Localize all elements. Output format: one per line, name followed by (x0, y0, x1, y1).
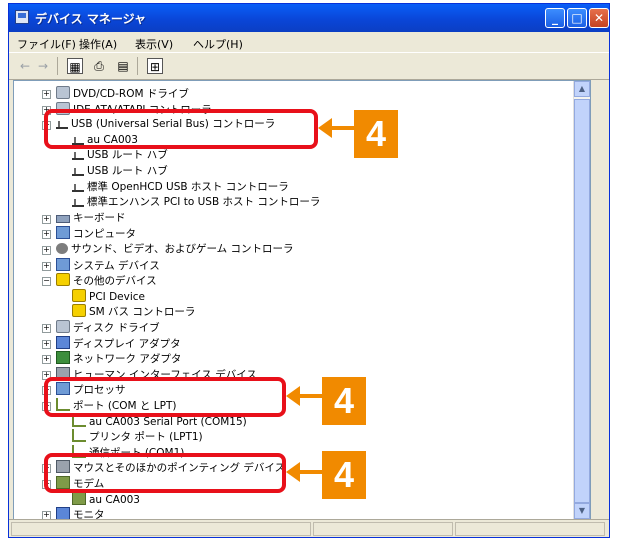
tree-child-item[interactable]: 標準エンハンス PCI to USB ホスト コントローラ (72, 195, 320, 210)
tree-item-label: 標準 OpenHCD USB ホスト コントローラ (87, 180, 289, 193)
usb-icon (72, 168, 84, 176)
tree-item-label: ディスク ドライブ (73, 322, 160, 334)
tree-item-label: コンピュータ (73, 228, 136, 241)
keyboard-icon (56, 214, 70, 223)
expand-icon[interactable]: + (42, 246, 51, 255)
menu-bar: ファイル(F) 操作(A) 表示(V) ヘルプ(H) (9, 32, 609, 52)
tree-category-item[interactable]: + ディスプレイ アダプタ (42, 335, 181, 351)
modem-icon (72, 491, 86, 505)
tree-child-item[interactable]: au CA003 (72, 491, 140, 507)
usb-icon (72, 183, 84, 192)
tree-item-label: au CA003 (89, 493, 140, 506)
computer-icon (56, 257, 70, 271)
warning-icon (56, 273, 70, 287)
warning-icon (72, 304, 86, 318)
tree-category-item[interactable]: + ネットワーク アダプタ (42, 351, 182, 366)
scroll-up-button[interactable]: ▲ (574, 81, 590, 97)
tree-item-label: au CA003 Serial Port (COM15) (89, 415, 247, 428)
usb-icon (72, 199, 84, 208)
tree-category-item[interactable]: + システム デバイス (42, 257, 160, 273)
warning-icon (72, 288, 86, 302)
view-icon[interactable]: ▦ (67, 58, 83, 74)
maximize-button[interactable]: □ (567, 8, 587, 28)
callout-arrow (286, 462, 322, 482)
tree-item-label: プリンタ ポート (LPT1) (89, 431, 203, 444)
toolbar: ← → ▦ ⎙ ▤ ⊞ (9, 52, 609, 80)
tree-item-label: キーボード (73, 211, 126, 224)
tree-item-label: 標準エンハンス PCI to USB ホスト コントローラ (87, 196, 321, 209)
menu-file[interactable]: ファイル(F) (17, 36, 76, 52)
status-cell (11, 522, 311, 536)
vertical-scrollbar[interactable]: ▲ ▼ (573, 81, 590, 519)
window-title: デバイス マネージャ (35, 12, 146, 26)
callout-arrow (318, 118, 354, 138)
port-icon (72, 429, 86, 443)
status-bar (9, 519, 609, 538)
toolbar-separator (57, 57, 58, 75)
tree-category-item[interactable]: + DVD/CD-ROM ドライブ (42, 86, 189, 101)
menu-view[interactable]: 表示(V) (135, 36, 173, 52)
highlight-usb (44, 109, 318, 149)
tree-item-label: その他のデバイス (73, 275, 157, 288)
scan-icon[interactable]: ⊞ (147, 58, 163, 74)
expand-icon[interactable]: + (42, 230, 51, 240)
scroll-down-button[interactable]: ▼ (574, 503, 590, 519)
callout-badge: 4 (354, 110, 398, 158)
title-bar[interactable]: デバイス マネージャ _ □ ✕ (9, 4, 609, 32)
callout-badge: 4 (322, 377, 366, 425)
status-cell (455, 522, 605, 536)
usb-icon (72, 152, 84, 161)
network-icon (56, 351, 70, 365)
sound-icon (56, 243, 68, 254)
tree-child-item[interactable]: 標準 OpenHCD USB ホスト コントローラ (72, 180, 289, 195)
tree-item-label: SM バス コントローラ (89, 306, 196, 319)
expand-icon[interactable]: + (42, 324, 51, 333)
tree-child-item[interactable]: PCI Device (72, 288, 146, 304)
print-icon[interactable]: ⎙ (91, 58, 107, 74)
expand-icon[interactable]: + (42, 261, 51, 271)
tree-item-label: PCI Device (89, 290, 146, 303)
tree-child-item[interactable]: USB ルート ハブ (72, 148, 168, 163)
tree-item-label: USB ルート ハブ (87, 149, 168, 162)
expand-icon[interactable]: + (42, 339, 51, 349)
tree-item-label: サウンド、ビデオ、およびゲーム コントローラ (71, 243, 294, 255)
callout-badge: 4 (322, 451, 366, 499)
tree-item-label: ネットワーク アダプタ (73, 353, 182, 366)
tree-category-item[interactable]: + キーボード (42, 211, 126, 226)
tree-category-item[interactable]: + コンピュータ (42, 226, 136, 241)
device-manager-icon (15, 10, 29, 24)
collapse-icon[interactable]: − (42, 277, 51, 287)
tree-child-item[interactable]: SM バス コントローラ (72, 304, 195, 319)
tree-item-label: システム デバイス (73, 259, 160, 272)
disk-icon (56, 320, 70, 333)
tree-child-item[interactable]: USB ルート ハブ (72, 164, 168, 179)
disk-icon (56, 86, 70, 99)
expand-icon[interactable]: + (42, 90, 51, 99)
scroll-thumb[interactable] (574, 99, 590, 503)
back-icon[interactable]: ← (17, 58, 33, 74)
tree-category-item[interactable]: − その他のデバイス (42, 273, 157, 288)
menu-action[interactable]: 操作(A) (79, 36, 117, 52)
tree-item-label: DVD/CD-ROM ドライブ (73, 88, 189, 100)
menu-help[interactable]: ヘルプ(H) (193, 36, 243, 52)
tree-child-item[interactable]: プリンタ ポート (LPT1) (72, 429, 203, 444)
callout-arrow (286, 386, 322, 406)
minimize-button[interactable]: _ (545, 8, 565, 28)
highlight-port (44, 377, 286, 417)
expand-icon[interactable]: + (42, 355, 51, 365)
computer-icon (56, 226, 70, 240)
toolbar-separator (137, 57, 138, 75)
close-button[interactable]: ✕ (589, 8, 609, 28)
highlight-modem (44, 453, 286, 493)
expand-icon[interactable]: + (42, 214, 51, 224)
tree-category-item[interactable]: + ディスク ドライブ (42, 320, 160, 335)
forward-icon[interactable]: → (35, 58, 51, 74)
tree-category-item[interactable]: + サウンド、ビデオ、およびゲーム コントローラ (42, 242, 294, 257)
monitor-icon (56, 335, 70, 349)
properties-icon[interactable]: ▤ (115, 58, 131, 74)
tree-item-label: ディスプレイ アダプタ (73, 337, 181, 350)
tree-item-label: USB ルート ハブ (87, 165, 168, 177)
status-cell (313, 522, 453, 536)
